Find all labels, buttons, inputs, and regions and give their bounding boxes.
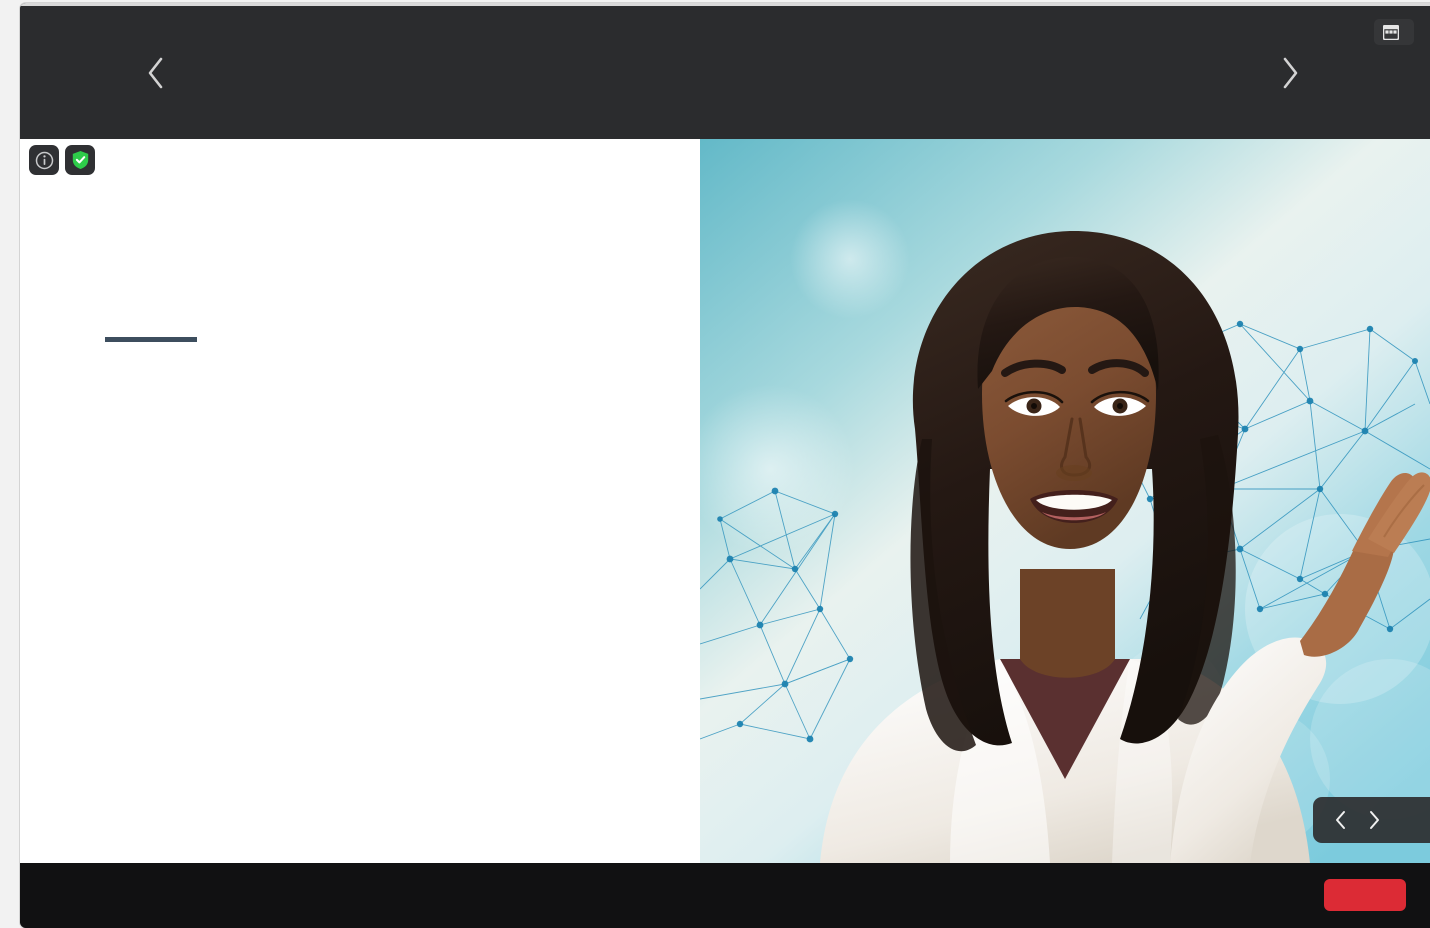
meeting-stage [20,139,1430,863]
slide-more-options-button[interactable] [1415,817,1427,824]
shared-screen-slide [20,139,700,863]
end-meeting-button[interactable] [1324,879,1406,911]
meeting-info-badge[interactable] [29,145,59,175]
screen [0,0,1430,928]
chevron-right-icon [1283,57,1298,88]
filmstrip-next-button[interactable] [1260,6,1320,139]
grid-view-icon [1383,24,1399,40]
view-layout-button[interactable] [1374,19,1414,45]
filmstrip-prev-button[interactable] [125,6,185,139]
info-icon [35,151,53,169]
chevron-left-icon [1335,811,1345,829]
speaker-video-frame [700,139,1430,863]
meeting-toolbar [20,863,1430,928]
chevron-left-icon [148,57,163,88]
slide-divider-rule [105,337,197,342]
participant-filmstrip [20,6,1430,139]
share-status-badges [29,145,95,175]
slide-navigation-bar [1313,797,1430,843]
zoom-meeting-window [20,3,1430,928]
encryption-badge[interactable] [65,145,95,175]
slide-prev-button[interactable] [1325,805,1355,835]
active-speaker-video[interactable] [700,139,1430,863]
chevron-right-icon [1369,811,1379,829]
shield-check-icon [72,151,88,169]
slide-next-button[interactable] [1359,805,1389,835]
